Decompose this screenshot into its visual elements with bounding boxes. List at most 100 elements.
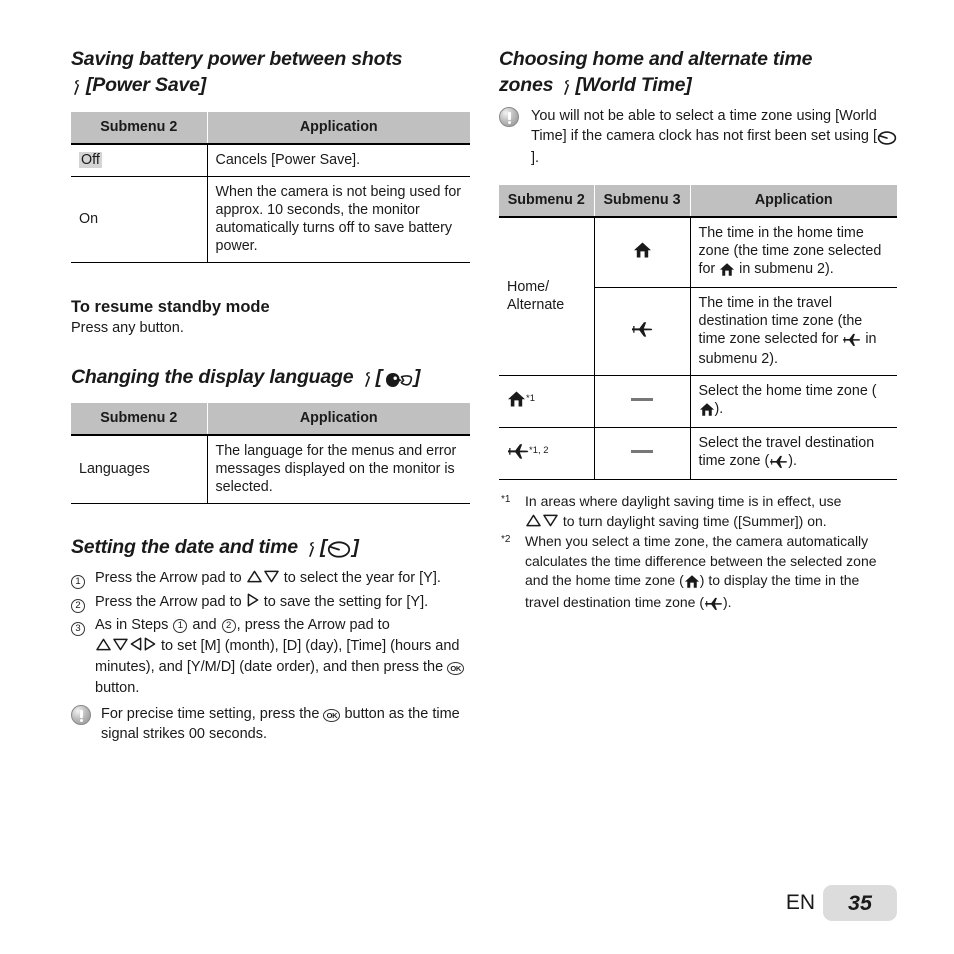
cell-submenu3-airplane [594, 287, 691, 376]
table-row: Off Cancels [Power Save]. [71, 144, 470, 177]
section-title-language: Changing the display language [ ] [71, 364, 470, 392]
triangle-right-icon [144, 636, 156, 658]
footnote-ref: *1, 2 [529, 444, 549, 456]
ok-button-icon: OK [323, 709, 341, 722]
note-text-a: For precise time setting, press the [101, 706, 320, 722]
cell-application: Cancels [Power Save]. [207, 144, 470, 177]
caution-icon [499, 107, 519, 127]
footnote-2: *2 When you select a time zone, the came… [499, 532, 897, 614]
date-time-title-text: Setting the date and time [71, 536, 298, 558]
step-number: 2 [71, 595, 85, 616]
triangle-up-icon [96, 637, 111, 658]
section-title-date-time: Setting the date and time [ ] [71, 534, 470, 562]
world-time-title-line1: Choosing home and alternate time [499, 48, 813, 70]
application-text-b: ). [788, 453, 797, 469]
cell-application: The time in the travel destination time … [690, 287, 897, 376]
power-save-table: Submenu 2 Application Off Cancels [Power… [71, 112, 470, 263]
triangle-right-icon [247, 592, 259, 614]
triangle-up-icon [526, 513, 541, 533]
wrench-icon [306, 536, 317, 562]
clock-icon [877, 128, 897, 148]
standby-body-text: Press any button. [71, 320, 184, 336]
ok-button-icon: OK [447, 662, 465, 675]
em-dash-icon [631, 450, 653, 453]
em-dash-icon [631, 398, 653, 401]
airplane-icon [769, 454, 788, 472]
table-row: Languages The language for the menus and… [71, 435, 470, 504]
footnote-ref: *1 [526, 392, 535, 404]
note-precise-time: For precise time setting, press the OK b… [71, 704, 470, 744]
table-row: Home/ Alternate The time in the home tim… [499, 217, 897, 376]
step-number: 3 [71, 618, 85, 639]
cell-submenu2: Off [71, 144, 208, 177]
left-column: Saving battery power between shots [Powe… [71, 46, 470, 744]
language-title-text: Changing the display language [71, 366, 354, 388]
world-time-title-line3: [World Time] [575, 74, 692, 96]
step-1-text-a: Press the Arrow pad to [95, 570, 242, 586]
cell-submenu2-airplane: *1, 2 [499, 427, 595, 480]
airplane-icon [631, 320, 653, 343]
airplane-icon [842, 332, 861, 350]
power-save-title-line2: [Power Save] [86, 74, 207, 96]
home-icon [699, 402, 715, 420]
application-text-b: in submenu 2). [739, 261, 834, 277]
power-save-title-line1: Saving battery power between shots [71, 48, 403, 70]
language-table: Submenu 2 Application Languages The lang… [71, 403, 470, 504]
step-item-2: 2 Press the Arrow pad to to save the set… [71, 592, 470, 614]
subsection-title-standby: To resume standby mode [71, 298, 270, 316]
step-1-text-b: to select the year for [Y]. [283, 570, 441, 586]
step-item-3: 3 As in Steps 1 and 2, press the Arrow p… [71, 615, 470, 698]
airplane-icon [704, 595, 723, 615]
home-icon [719, 262, 735, 280]
footnote-1-text-a: In areas where daylight saving time is i… [525, 493, 842, 509]
triangle-down-icon [263, 569, 279, 590]
right-column: Choosing home and alternate time zones [… [499, 46, 897, 614]
column-header-application: Application [207, 403, 470, 436]
step-number: 1 [71, 571, 85, 592]
footnotes: *1 In areas where daylight saving time i… [499, 492, 897, 614]
step-2-text-b: to save the setting for [Y]. [263, 593, 429, 610]
airplane-icon [507, 442, 529, 465]
column-header-submenu2: Submenu 2 [499, 185, 595, 218]
triangle-down-icon [543, 513, 558, 533]
footnote-2-text-c: ). [722, 593, 732, 610]
cell-application: Select the home time zone ( ). [690, 375, 897, 428]
footnote-marker: *1 [501, 494, 511, 505]
footnote-marker: *2 [501, 534, 511, 545]
clock-icon [327, 536, 351, 562]
step-item-1: 1 Press the Arrow pad to to select the y… [71, 568, 470, 590]
inline-step-ref-2: 2 [221, 619, 236, 633]
world-note-text-a: You will not be able to select a time zo… [531, 108, 878, 144]
page-footer: EN 35 [786, 885, 897, 921]
table-row: *1, 2 Select the travel destination time… [499, 427, 897, 480]
home-icon [684, 573, 700, 593]
cell-submenu2: On [71, 176, 208, 263]
column-header-submenu3: Submenu 3 [594, 185, 691, 218]
language-icon [383, 366, 413, 392]
triangle-down-icon [113, 637, 128, 658]
cell-submenu3-dash [594, 427, 691, 480]
caution-icon [71, 705, 91, 725]
cell-submenu3-dash [594, 375, 691, 428]
table-header-row: Submenu 2 Submenu 3 Application [499, 185, 897, 218]
inline-step-ref-1: 1 [173, 619, 188, 633]
step-3-text-a: As in Steps [95, 617, 169, 633]
triangle-up-icon [246, 569, 262, 590]
note-world-time: You will not be able to select a time zo… [499, 106, 897, 168]
step-3-text-d: button. [95, 679, 140, 696]
triangle-left-icon [130, 636, 142, 658]
wrench-icon [71, 74, 82, 100]
home-icon [507, 390, 526, 413]
section-title-world-time: Choosing home and alternate time zones [… [499, 46, 897, 100]
step-3-text-b: , press the Arrow pad to [236, 617, 390, 633]
table-header-row: Submenu 2 Application [71, 403, 470, 436]
application-text-b: ). [714, 401, 724, 417]
world-time-table: Submenu 2 Submenu 3 Application Home/ Al… [499, 185, 897, 480]
cell-submenu2-home: *1 [499, 375, 595, 428]
cell-application: The time in the home time zone (the time… [690, 217, 897, 288]
step-2-text-a: Press the Arrow pad to [95, 593, 242, 610]
document-page: Saving battery power between shots [Powe… [0, 0, 954, 954]
world-time-title-line2: zones [499, 74, 554, 96]
table-row: On When the camera is not being used for… [71, 176, 470, 263]
cell-submenu2-home-alternate: Home/ Alternate [499, 217, 595, 376]
